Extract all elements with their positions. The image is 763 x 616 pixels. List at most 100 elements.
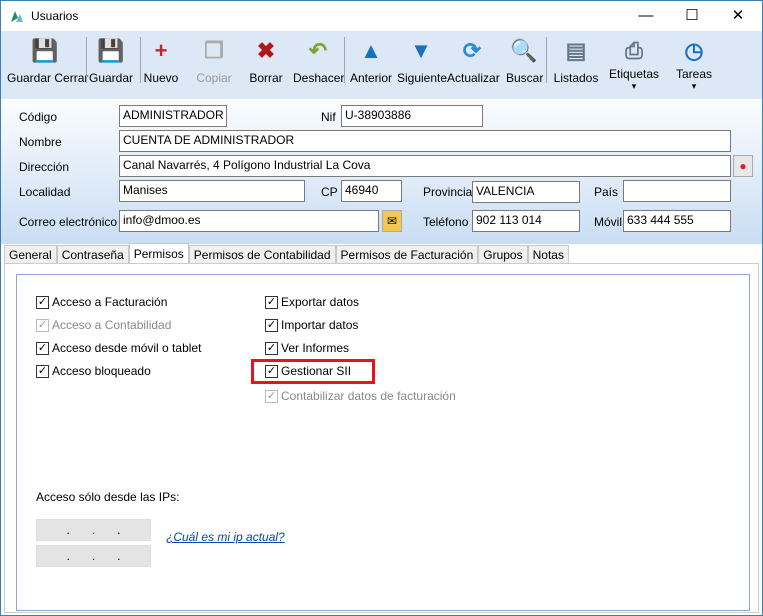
tab-bar: General Contraseña Permisos Permisos de Con…	[4, 243, 569, 264]
nombre-label: Nombre	[19, 135, 62, 149]
user-form: Código ADMINISTRADOR Nif U-38903886 Nomb…	[1, 99, 762, 244]
save-icon: 💾	[97, 38, 125, 63]
toolbar-separator	[86, 37, 87, 83]
tab-permisos-de-facturación[interactable]: Permisos de Facturación	[335, 245, 479, 264]
new-icon: +	[154, 38, 168, 63]
ips-label: Acceso sólo desde las IPs:	[36, 490, 180, 504]
toolbar-separator	[546, 37, 547, 83]
checkbox-label: Exportar datos	[281, 295, 360, 309]
pais-label: País	[594, 185, 619, 199]
toolbar-button-label: Deshacer	[293, 71, 345, 85]
toolbar-button-label: Anterior	[349, 71, 393, 85]
direccion-label: Dirección	[19, 160, 70, 174]
toolbar-button-label: Nuevo	[143, 71, 179, 85]
codigo-label: Código	[19, 110, 58, 124]
toolbar-button-label: Listados	[553, 71, 599, 85]
copy-icon: ❐	[204, 38, 224, 63]
movil-input[interactable]: 633 444 555	[623, 210, 731, 232]
toolbar-button-etiquetas[interactable]: ⎙ Etiquetas ▾	[609, 35, 659, 97]
checkbox-importar-datos[interactable]: ✓ Importar datos	[265, 318, 358, 332]
provincia-label: Provincia	[423, 185, 473, 199]
telefono-input[interactable]: 902 113 014	[472, 210, 580, 232]
toolbar-button-nuevo[interactable]: + Nuevo	[143, 35, 179, 97]
checkbox-acceso-a-facturación[interactable]: ✓ Acceso a Facturación	[36, 295, 167, 309]
minimize-button[interactable]: —	[623, 1, 669, 31]
delete-icon: ✖	[256, 38, 276, 63]
toolbar-button-label: Copiar	[196, 71, 232, 85]
clock-icon: ◷	[684, 38, 704, 63]
toolbar-button-siguiente[interactable]: ▼ Siguiente	[397, 35, 448, 97]
toolbar-separator	[344, 37, 345, 83]
tab-notas[interactable]: Notas	[527, 245, 569, 264]
tab-permisos[interactable]: Permisos	[128, 243, 189, 264]
cp-input[interactable]: 46940	[341, 180, 402, 202]
title-bar: Usuarios — ☐ ✕	[1, 1, 762, 31]
dropdown-arrow-icon: ▾	[631, 81, 637, 91]
toolbar-button-tareas[interactable]: ◷ Tareas ▾	[676, 35, 712, 97]
checkbox-ver-informes[interactable]: ✓ Ver Informes	[265, 341, 349, 355]
toolbar-button-guardar-cerrar[interactable]: 💾 Guardar Cerrar	[7, 35, 89, 97]
down-arrow-icon: ▼	[410, 38, 432, 63]
nombre-input[interactable]: CUENTA DE ADMINISTRADOR	[119, 130, 731, 152]
toolbar-button-buscar[interactable]: 🔍 Buscar	[506, 35, 544, 97]
checkbox-icon: ✓	[36, 364, 49, 378]
nif-input[interactable]: U-38903886	[341, 105, 483, 127]
checkbox-icon: ✓	[36, 341, 49, 355]
correo-input[interactable]: info@dmoo.es	[119, 210, 379, 232]
send-email-button[interactable]: ✉	[382, 210, 402, 232]
pais-input[interactable]	[623, 180, 731, 202]
toolbar-button-label: Borrar	[249, 71, 283, 85]
app-logo-icon	[11, 11, 23, 22]
direccion-input[interactable]: Canal Navarrés, 4 Polígono Industrial La…	[119, 155, 731, 177]
checkbox-acceso-bloqueado[interactable]: ✓ Acceso bloqueado	[36, 364, 151, 378]
toolbar-button-copiar[interactable]: ❐ Copiar	[195, 35, 233, 97]
checkbox-icon: ✓	[265, 341, 278, 355]
toolbar-button-label: Siguiente	[397, 71, 448, 85]
codigo-input[interactable]: ADMINISTRADOR	[119, 105, 227, 127]
tab-contraseña[interactable]: Contraseña	[56, 245, 129, 264]
tab-general[interactable]: General	[4, 245, 57, 264]
checkbox-contabilizar-datos-de-facturación[interactable]: ✓ Contabilizar datos de facturación	[265, 389, 456, 403]
ip-input-2[interactable]: ...	[36, 545, 151, 567]
localidad-label: Localidad	[19, 185, 71, 199]
ip-input-1[interactable]: ...	[36, 519, 151, 541]
toolbar-button-borrar[interactable]: ✖ Borrar	[248, 35, 284, 97]
checkbox-acceso-a-contabilidad[interactable]: ✓ Acceso a Contabilidad	[36, 318, 171, 332]
checkbox-label: Acceso a Facturación	[52, 295, 168, 309]
toolbar-button-listados[interactable]: ▤ Listados	[553, 35, 599, 97]
nif-label: Nif	[321, 110, 336, 124]
checkbox-icon: ✓	[265, 295, 278, 309]
provincia-input[interactable]: VALENCIA	[472, 181, 580, 203]
highlight-box	[251, 359, 375, 384]
checkbox-icon: ✓	[265, 318, 278, 332]
checkbox-label: Acceso a Contabilidad	[52, 318, 172, 332]
save-close-icon: 💾	[31, 38, 59, 63]
toolbar-separator	[140, 37, 141, 83]
toolbar-button-anterior[interactable]: ▲ Anterior	[348, 35, 394, 97]
tab-permisos-de-contabilidad[interactable]: Permisos de Contabilidad	[188, 245, 336, 264]
current-ip-link[interactable]: ¿Cuál es mi ip actual?	[166, 530, 285, 544]
up-arrow-icon: ▲	[360, 38, 382, 63]
close-button[interactable]: ✕	[715, 1, 761, 31]
toolbar-button-label: Tareas	[676, 67, 713, 81]
toolbar-button-label: Buscar	[506, 71, 544, 85]
localidad-input[interactable]: Manises	[119, 180, 305, 202]
cp-label: CP	[321, 185, 338, 199]
checkbox-label: Acceso desde móvil o tablet	[52, 341, 202, 355]
tab-grupos[interactable]: Grupos	[478, 245, 528, 264]
movil-label: Móvil	[594, 215, 623, 229]
checkbox-icon: ✓	[265, 389, 278, 403]
toolbar-button-label: Guardar Cerrar	[7, 71, 89, 85]
refresh-icon: ⟳	[462, 38, 482, 63]
map-pin-button[interactable]: ●	[733, 155, 753, 177]
toolbar-button-guardar[interactable]: 💾 Guardar	[89, 35, 133, 97]
toolbar-button-actualizar[interactable]: ⟳ Actualizar	[447, 35, 500, 97]
toolbar-button-label: Actualizar	[447, 71, 500, 85]
toolbar-button-label: Etiquetas	[609, 67, 660, 81]
undo-icon: ↶	[308, 38, 328, 63]
checkbox-exportar-datos[interactable]: ✓ Exportar datos	[265, 295, 359, 309]
checkbox-acceso-desde-móvil-o-tablet[interactable]: ✓ Acceso desde móvil o tablet	[36, 341, 201, 355]
toolbar-button-deshacer[interactable]: ↶ Deshacer	[293, 35, 345, 97]
window-title: Usuarios	[31, 9, 79, 23]
maximize-button[interactable]: ☐	[669, 1, 715, 31]
